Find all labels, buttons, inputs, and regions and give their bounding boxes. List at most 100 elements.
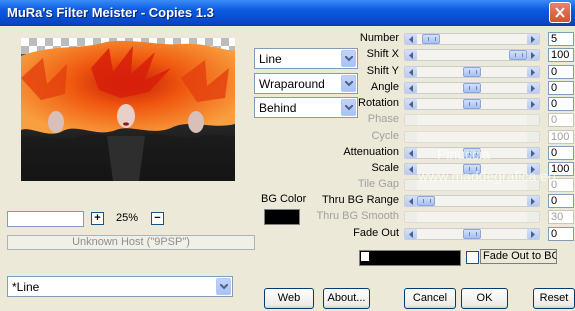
preview-artwork: [21, 40, 235, 181]
param-value-cycle: 100: [548, 130, 574, 144]
param-value-fade-out[interactable]: 0: [548, 227, 574, 241]
slider-decrement-button: [405, 212, 417, 222]
fade-out-to-bg-checkbox[interactable]: [466, 251, 479, 264]
slider-increment-button[interactable]: [527, 34, 539, 44]
preset-value: *Line: [12, 280, 40, 294]
slider-thumb[interactable]: [422, 34, 440, 44]
slider-decrement-button[interactable]: [405, 196, 417, 206]
arrow-right-icon: [531, 85, 535, 92]
title-bar[interactable]: MuRa's Filter Meister - Copies 1.3: [0, 0, 575, 26]
param-label-tile-gap: Tile Gap: [357, 178, 399, 190]
param-value-phase: 0: [548, 113, 574, 127]
slider-decrement-button[interactable]: [405, 83, 417, 93]
arrow-left-icon: [409, 198, 413, 205]
param-value-rotation[interactable]: 0: [548, 97, 574, 111]
slider-decrement-button: [405, 115, 417, 125]
param-slider-rotation[interactable]: [404, 98, 540, 110]
slider-increment-button[interactable]: [527, 196, 539, 206]
slider-increment-button[interactable]: [527, 99, 539, 109]
slider-decrement-button[interactable]: [405, 99, 417, 109]
arrow-right-icon: [531, 36, 535, 43]
slider-increment-button[interactable]: [527, 83, 539, 93]
slider-decrement-button[interactable]: [405, 34, 417, 44]
param-value-number[interactable]: 5: [548, 32, 574, 46]
about-button[interactable]: About...: [323, 288, 370, 309]
chevron-down-icon: [220, 284, 228, 290]
arrow-right-icon: [531, 101, 535, 108]
watermark-url: www.maddegrafica.eu: [418, 168, 556, 184]
slider-decrement-button[interactable]: [405, 229, 417, 239]
param-label-shift-x: Shift X: [366, 48, 399, 60]
slider-decrement-button[interactable]: [405, 164, 417, 174]
slider-thumb[interactable]: [417, 196, 435, 206]
slider-increment-button[interactable]: [527, 148, 539, 158]
param-value-shift-y[interactable]: 0: [548, 65, 574, 79]
param-value-angle[interactable]: 0: [548, 81, 574, 95]
slider-increment-button[interactable]: [527, 67, 539, 77]
param-value-attenuation[interactable]: 0: [548, 146, 574, 160]
zoom-level: 25%: [116, 212, 139, 224]
param-value-shift-x[interactable]: 100: [548, 48, 574, 62]
arrow-right-icon: [531, 69, 535, 76]
slider-increment-button: [527, 212, 539, 222]
param-slider-thru-bg-smooth: [404, 211, 540, 223]
param-label-scale: Scale: [371, 162, 399, 174]
fade-color-bar[interactable]: [359, 250, 461, 266]
param-slider-cycle: [404, 131, 540, 143]
watermark-name: Pinuccia: [437, 146, 490, 162]
zoom-out-button[interactable]: −: [151, 212, 164, 225]
slider-thumb[interactable]: [463, 99, 481, 109]
slider-thumb[interactable]: [463, 67, 481, 77]
slider-increment-button[interactable]: [527, 229, 539, 239]
param-slider-shift-x[interactable]: [404, 49, 540, 61]
slider-decrement-button[interactable]: [405, 67, 417, 77]
arrow-right-icon: [531, 52, 535, 59]
preset-dropdown-button[interactable]: [216, 278, 231, 295]
arrow-left-icon: [409, 36, 413, 43]
reset-button[interactable]: Reset: [533, 288, 575, 309]
host-info: Unknown Host ("9PSP"): [7, 235, 255, 250]
arrow-left-icon: [409, 52, 413, 59]
slider-decrement-button[interactable]: [405, 50, 417, 60]
param-label-thru-bg-range: Thru BG Range: [321, 194, 399, 206]
arrow-left-icon: [409, 150, 413, 157]
param-slider-phase: [404, 114, 540, 126]
param-value-thru-bg-smooth: 30: [548, 210, 574, 224]
param-value-thru-bg-range[interactable]: 0: [548, 194, 574, 208]
preset-select[interactable]: *Line: [7, 276, 233, 297]
param-label-fade-out: Fade Out: [353, 227, 399, 239]
param-slider-fade-out[interactable]: [404, 228, 540, 240]
arrow-left-icon: [409, 166, 413, 173]
cancel-button[interactable]: Cancel: [404, 288, 456, 309]
param-label-phase: Phase: [367, 113, 399, 125]
slider-thumb[interactable]: [463, 83, 481, 93]
zoom-in-button[interactable]: +: [91, 212, 104, 225]
window-title: MuRa's Filter Meister - Copies 1.3: [7, 5, 214, 20]
slider-thumb[interactable]: [509, 50, 527, 60]
close-button[interactable]: [549, 2, 571, 23]
param-slider-angle[interactable]: [404, 82, 540, 94]
web-button[interactable]: Web: [264, 288, 314, 309]
param-label-angle: Angle: [370, 81, 399, 93]
slider-increment-button: [527, 132, 539, 142]
slider-decrement-button: [405, 180, 417, 190]
fade-color-marker[interactable]: [361, 252, 369, 261]
preview-image[interactable]: [21, 38, 235, 181]
param-slider-shift-y[interactable]: [404, 66, 540, 78]
arrow-right-icon: [531, 150, 535, 157]
arrow-right-icon: [531, 231, 535, 238]
ok-button[interactable]: OK: [461, 288, 508, 309]
slider-decrement-button[interactable]: [405, 148, 417, 158]
param-slider-thru-bg-range[interactable]: [404, 195, 540, 207]
arrow-left-icon: [409, 85, 413, 92]
arrow-left-icon: [409, 231, 413, 238]
param-label-thru-bg-smooth: Thru BG Smooth: [316, 210, 399, 222]
slider-increment-button[interactable]: [527, 50, 539, 60]
param-label-cycle: Cycle: [371, 130, 399, 142]
zoom-slider[interactable]: [7, 211, 84, 227]
slider-thumb[interactable]: [463, 229, 481, 239]
param-label-rotation: Rotation: [358, 97, 399, 109]
fade-out-to-bg-label: Fade Out to BG: [480, 249, 557, 264]
param-slider-number[interactable]: [404, 33, 540, 45]
arrow-left-icon: [409, 69, 413, 76]
